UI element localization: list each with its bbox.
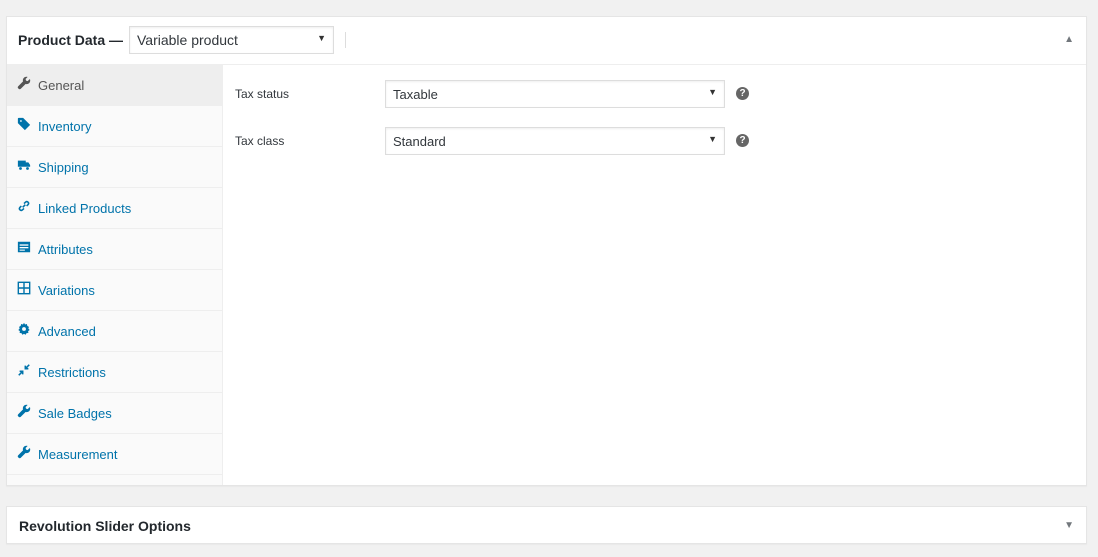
tax-status-label: Tax status <box>235 87 290 101</box>
grid-icon <box>17 281 31 295</box>
wrench-icon <box>17 404 31 418</box>
header-divider <box>345 32 346 48</box>
gear-icon <box>17 322 31 336</box>
product-data-header: Product Data — Variable product ▼ ▲ <box>7 17 1086 65</box>
tab-variations[interactable]: Variations <box>7 270 222 311</box>
general-panel: Tax status Taxable ▼ ? Tax class Standar… <box>224 65 1086 485</box>
tab-label: Variations <box>38 283 95 298</box>
product-data-title: Product Data — <box>18 32 124 48</box>
tab-attributes[interactable]: Attributes <box>7 229 222 270</box>
tag-icon <box>17 117 31 131</box>
tab-inventory[interactable]: Inventory <box>7 106 222 147</box>
revolution-slider-title: Revolution Slider Options <box>19 518 191 534</box>
tab-advanced[interactable]: Advanced <box>7 311 222 352</box>
link-icon <box>17 199 31 213</box>
tax-class-select[interactable]: Standard ▼ <box>385 127 725 155</box>
tax-status-select[interactable]: Taxable ▼ <box>385 80 725 108</box>
tab-restrictions[interactable]: Restrictions <box>7 352 222 393</box>
tax-class-label: Tax class <box>235 134 285 148</box>
tab-linked-products[interactable]: Linked Products <box>7 188 222 229</box>
product-type-value: Variable product <box>137 32 238 48</box>
tab-shipping[interactable]: Shipping <box>7 147 222 188</box>
tab-general[interactable]: General <box>7 65 222 106</box>
triangle-up-icon[interactable]: ▲ <box>1064 34 1074 45</box>
chevron-down-icon: ▼ <box>708 87 717 97</box>
help-icon[interactable]: ? <box>736 134 749 147</box>
wrench-icon <box>17 445 31 459</box>
product-data-tabs: General Inventory Shipping Linked Produc… <box>7 65 223 485</box>
tab-label: Shipping <box>38 160 89 175</box>
chevron-down-icon: ▼ <box>317 33 326 43</box>
product-data-metabox: Product Data — Variable product ▼ ▲ Gene… <box>6 16 1087 486</box>
tax-status-row: Tax status Taxable ▼ ? <box>224 80 1086 110</box>
tab-label: Restrictions <box>38 365 106 380</box>
tab-label: Attributes <box>38 242 93 257</box>
tax-status-value: Taxable <box>393 87 438 102</box>
revolution-slider-metabox[interactable]: Revolution Slider Options ▼ <box>6 506 1087 544</box>
help-icon[interactable]: ? <box>736 87 749 100</box>
triangle-down-icon[interactable]: ▼ <box>1064 520 1074 531</box>
compress-icon <box>17 363 31 377</box>
tab-label: Inventory <box>38 119 92 134</box>
tax-class-value: Standard <box>393 134 446 149</box>
list-view-icon <box>17 240 31 254</box>
tab-measurement[interactable]: Measurement <box>7 434 222 475</box>
tab-label: Sale Badges <box>38 406 112 421</box>
tab-label: Linked Products <box>38 201 132 216</box>
chevron-down-icon: ▼ <box>708 134 717 144</box>
tab-label: General <box>38 78 85 93</box>
tab-label: Advanced <box>38 324 96 339</box>
tab-sale-badges[interactable]: Sale Badges <box>7 393 222 434</box>
wrench-icon <box>17 76 31 90</box>
tax-class-row: Tax class Standard ▼ ? <box>224 127 1086 157</box>
product-type-select[interactable]: Variable product ▼ <box>129 26 334 54</box>
tab-label: Measurement <box>38 447 118 462</box>
truck-icon <box>17 158 31 172</box>
